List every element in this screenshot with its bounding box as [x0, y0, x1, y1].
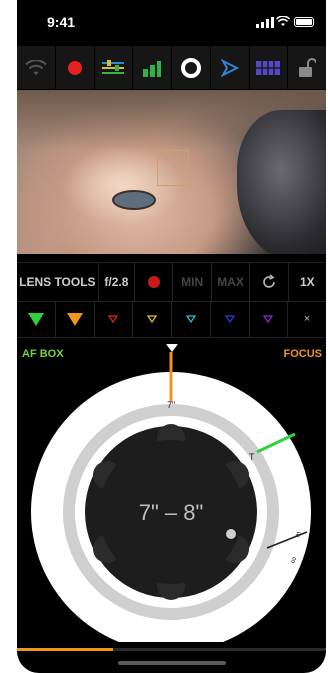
- grid-icon: [256, 60, 281, 75]
- play-button[interactable]: [211, 46, 250, 89]
- triangle-orange-icon: [66, 312, 83, 326]
- lens-tools-bar: LENS TOOLS f/2.8 MIN MAX 1X: [17, 262, 326, 302]
- record-lens-button[interactable]: [135, 263, 174, 301]
- focus-range-text: 7" – 8": [139, 500, 204, 525]
- aperture-button[interactable]: f/2.8: [99, 263, 136, 301]
- record-icon: [67, 60, 82, 75]
- marker-orange-button[interactable]: [56, 301, 95, 337]
- triangle-outline-red-icon: [108, 315, 119, 323]
- zoom-button[interactable]: 1X: [289, 263, 326, 301]
- record-button[interactable]: [56, 46, 95, 89]
- focus-progress-fill: [17, 648, 113, 651]
- lock-button[interactable]: [288, 46, 326, 89]
- marker-purple-button[interactable]: [250, 301, 289, 337]
- triangle-outline-yellow-icon: [147, 315, 158, 323]
- ring-mark-near: 7": [167, 400, 175, 410]
- clear-markers-button[interactable]: ×: [288, 301, 326, 337]
- battery-icon: [294, 17, 314, 27]
- preview-eye: [112, 190, 156, 210]
- levels-icon: [143, 60, 162, 77]
- unlock-icon: [299, 57, 317, 77]
- max-button[interactable]: MAX: [212, 263, 251, 301]
- refresh-icon: [263, 274, 275, 288]
- wifi-button[interactable]: [17, 46, 56, 89]
- camera-preview[interactable]: [17, 90, 326, 254]
- wifi-icon: [25, 59, 47, 75]
- levels-button[interactable]: [133, 46, 172, 89]
- dial-pointer: [166, 344, 178, 352]
- status-time: 9:41: [47, 14, 76, 30]
- refresh-button[interactable]: [250, 263, 289, 301]
- record-icon: [147, 276, 160, 288]
- ring-mark-green: T: [249, 452, 255, 462]
- min-button[interactable]: MIN: [173, 263, 212, 301]
- triangle-green-icon: [27, 312, 44, 326]
- app-screen: 9:41 LENS TOOLS f/2.8 MIN MAX 1X × AF BO…: [17, 0, 326, 673]
- wifi-status-icon: [276, 16, 290, 26]
- shutter-button[interactable]: [172, 46, 211, 89]
- home-indicator: [118, 661, 226, 665]
- focus-progress-track: [17, 648, 326, 651]
- lens-tools-button[interactable]: LENS TOOLS: [17, 263, 99, 301]
- signal-icon: [256, 17, 274, 28]
- triangle-outline-blue-icon: [224, 315, 235, 323]
- af-focus-box[interactable]: [157, 150, 189, 186]
- marker-cyan-button[interactable]: [172, 301, 211, 337]
- circle-icon: [180, 57, 201, 78]
- knob-dot: [226, 529, 236, 539]
- settings-button[interactable]: [95, 46, 134, 89]
- marker-yellow-button[interactable]: [133, 301, 172, 337]
- play-icon: [220, 58, 239, 77]
- marker-blue-button[interactable]: [211, 301, 250, 337]
- focus-dial[interactable]: 7" T ∞ m 7" – 8": [17, 342, 326, 642]
- preview-hand: [237, 110, 326, 254]
- grid-button[interactable]: [250, 46, 289, 89]
- marker-bar: ×: [17, 301, 326, 338]
- top-toolbar: [17, 46, 326, 89]
- marker-green-button[interactable]: [17, 301, 56, 337]
- triangle-outline-cyan-icon: [185, 315, 196, 323]
- settings-sliders-icon: [102, 59, 125, 74]
- marker-red-button[interactable]: [95, 301, 134, 337]
- status-bar: 9:41: [17, 0, 326, 44]
- triangle-outline-purple-icon: [263, 315, 274, 323]
